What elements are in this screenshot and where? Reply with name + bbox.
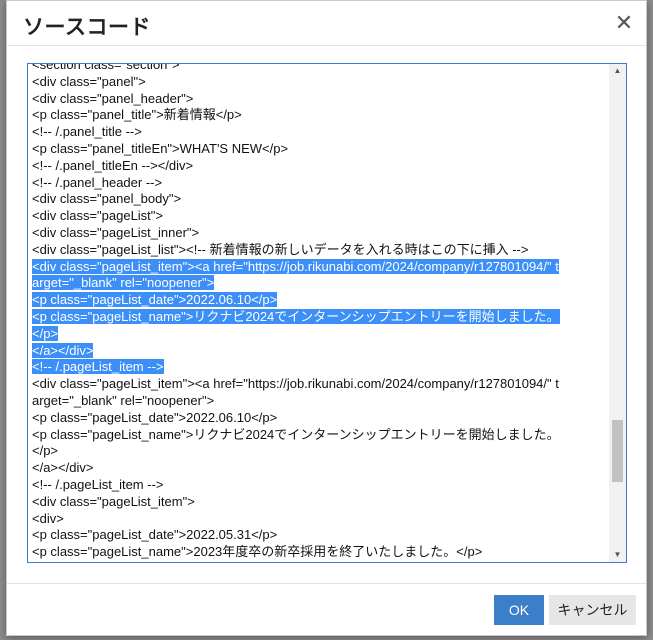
code-text: <section class="section"> [32, 63, 180, 72]
code-text: <!-- /.panel_titleEn --></div> [32, 157, 194, 173]
code-text: <div class="pageList_list"><!-- 新着情報の新しい… [32, 241, 529, 257]
code-line: <!-- /.pageList_item --> [32, 359, 606, 376]
selected-code-text: <!-- /.pageList_item --> [32, 359, 164, 375]
code-text: <p class="panel_title">新着情報</p> [32, 107, 242, 123]
code-text: <div class="panel_body"> [32, 191, 182, 207]
code-line: <!-- /.panel_title --> [32, 124, 606, 141]
code-line: <!-- /.panel_header --> [32, 175, 606, 192]
code-line: <p class="panel_title">新着情報</p> [32, 107, 606, 124]
code-line: <div class="panel_body"> [32, 191, 606, 208]
selected-code-text: <p class="pageList_name">リクナビ2024でインターンシ… [32, 308, 560, 324]
code-line: <p class="pageList_date">2022.05.31</p> [32, 527, 606, 544]
code-text: <div> [32, 510, 64, 526]
code-line: <div class="pageList"> [32, 208, 606, 225]
code-line: <div class="pageList_item"> [32, 494, 606, 511]
code-line: <section class="section"> [32, 63, 606, 74]
code-text: </a></div> [32, 460, 94, 476]
code-line: <p class="panel_titleEn">WHAT'S NEW</p> [32, 141, 606, 158]
code-text: <div class="pageList_inner"> [32, 224, 200, 240]
source-code-dialog: ソースコード ✕ <section class="section"> <div c… [6, 0, 647, 636]
code-line: arget="_blank" rel="noopener"> [32, 275, 606, 292]
code-line: <p class="pageList_name">リクナビ2024でインターンシ… [32, 308, 606, 326]
dialog-title: ソースコード [23, 16, 151, 39]
code-text: <div class="panel_header"> [32, 90, 194, 106]
source-code-textarea[interactable]: <section class="section"> <div class="pan… [27, 63, 627, 563]
code-line: <p class="pageList_name">2023年度卒の新卒採用を終了… [32, 544, 606, 561]
code-text: </p> [32, 443, 59, 459]
code-line: <!-- /.pageList_item --> [32, 477, 606, 494]
scroll-down-arrow-icon[interactable]: ▼ [609, 548, 626, 562]
code-text: <!-- /.panel_title --> [32, 124, 142, 140]
code-line: <div class="panel"> [32, 74, 606, 91]
code-text: arget="_blank" rel="noopener"> [32, 392, 215, 408]
selected-code-text: </a></div> [32, 342, 94, 358]
code-line: <div class="panel_header"> [32, 91, 606, 108]
code-line: <p class="pageList_name">リクナビ2024でインターンシ… [32, 427, 606, 444]
selected-code-text: <p class="pageList_date">2022.06.10</p> [32, 292, 278, 308]
code-line: <!-- /.panel_titleEn --></div> [32, 158, 606, 175]
code-line: </p> [32, 325, 606, 343]
code-line: </a></div> [32, 460, 606, 477]
code-text: <p class="panel_titleEn">WHAT'S NEW</p> [32, 140, 289, 156]
cancel-button[interactable]: キャンセル [549, 595, 636, 625]
selected-code-text: </p> [32, 325, 59, 341]
code-line: <div class="pageList_list"><!-- 新着情報の新しい… [32, 242, 606, 259]
code-line: <div class="pageList_inner"> [32, 225, 606, 242]
selected-code-text: <div class="pageList_item"><a href="http… [32, 258, 559, 274]
code-text: <!-- /.panel_header --> [32, 174, 163, 190]
code-line: <div class="pageList_item"><a href="http… [32, 376, 606, 393]
code-line: arget="_blank" rel="noopener"> [32, 393, 606, 410]
code-line: <p class="pageList_date">2022.06.10</p> [32, 292, 606, 309]
close-icon[interactable]: ✕ [614, 11, 634, 35]
code-line: <div class="pageList_item"><a href="http… [32, 258, 606, 276]
code-text: <p class="pageList_date">2022.06.10</p> [32, 409, 278, 425]
code-text: <!-- /.pageList_item --> [32, 476, 164, 492]
ok-button[interactable]: OK [494, 595, 544, 625]
code-text: <p class="pageList_name">2023年度卒の新卒採用を終了… [32, 544, 483, 560]
scroll-up-arrow-icon[interactable]: ▲ [609, 64, 626, 78]
code-text: <div class="pageList_item"><a href="http… [32, 376, 559, 392]
code-text: <div class="panel"> [32, 73, 146, 89]
vertical-scrollbar[interactable]: ▲ ▼ [609, 64, 626, 562]
code-text: <p class="pageList_name">リクナビ2024でインターンシ… [32, 426, 560, 442]
footer-divider [7, 583, 646, 584]
code-text: <p class="pageList_date">2022.05.31</p> [32, 527, 278, 543]
code-line: </p> [32, 443, 606, 460]
selected-code-text: arget="_blank" rel="noopener"> [32, 275, 215, 291]
code-line: <div> [32, 511, 606, 528]
header-divider [7, 45, 646, 46]
code-line: </a></div> [32, 342, 606, 360]
code-line: <p class="pageList_date">2022.06.10</p> [32, 410, 606, 427]
code-text: <div class="pageList"> [32, 208, 164, 224]
code-text: <div class="pageList_item"> [32, 493, 195, 509]
scrollbar-thumb[interactable] [612, 420, 623, 482]
code-content[interactable]: <section class="section"> <div class="pan… [32, 63, 606, 561]
